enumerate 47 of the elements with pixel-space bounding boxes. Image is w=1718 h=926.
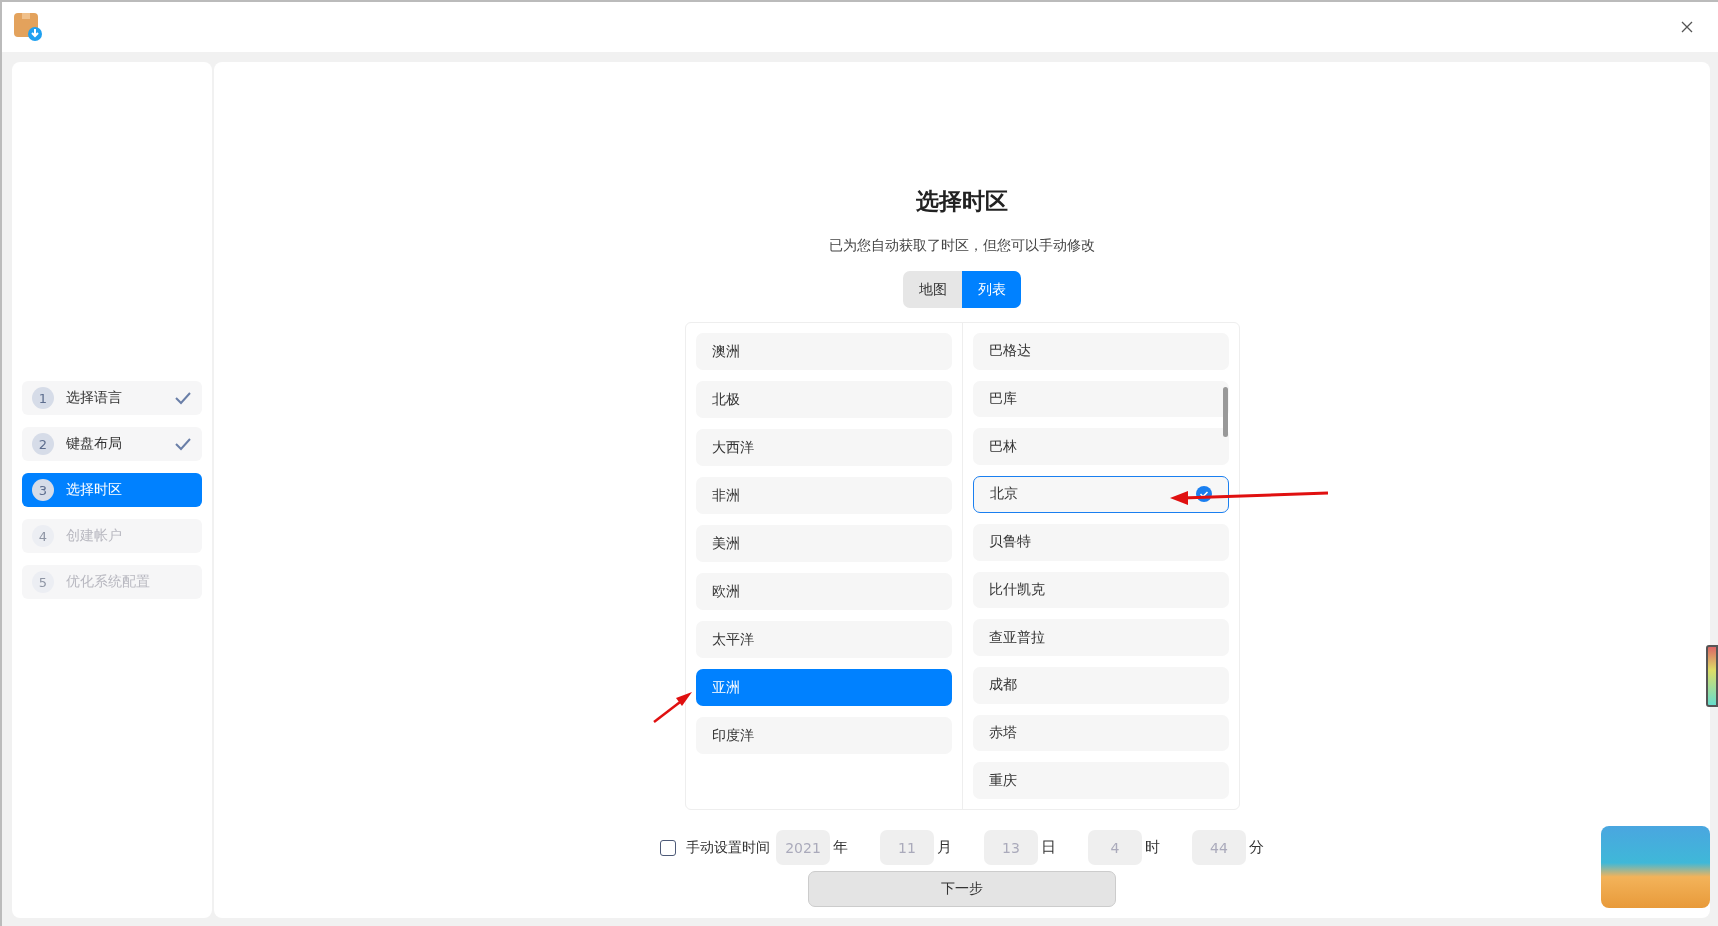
page-subtitle: 已为您自动获取了时区，但您可以手动修改	[829, 237, 1095, 255]
step-item[interactable]: 1 选择语言	[22, 381, 202, 415]
step-number: 2	[32, 433, 54, 455]
time-unit-label: 年	[833, 838, 848, 857]
step-item[interactable]: 2 键盘布局	[22, 427, 202, 461]
city-item[interactable]: 巴格达	[972, 333, 1229, 370]
view-tab[interactable]: 地图	[903, 271, 962, 308]
region-item[interactable]: 非洲	[695, 477, 952, 514]
time-unit-label: 月	[937, 838, 952, 857]
time-unit-label: 分	[1249, 838, 1264, 857]
city-item[interactable]: 巴库	[972, 380, 1229, 418]
scrollbar-thumb[interactable]	[1222, 387, 1228, 437]
city-item[interactable]: 比什凯克	[972, 571, 1229, 609]
annotation-arrow	[653, 692, 692, 723]
region-item[interactable]: 太平洋	[695, 621, 952, 658]
step-number: 3	[32, 479, 54, 501]
city-item[interactable]: 成都	[972, 666, 1229, 704]
city-item[interactable]: 巴林	[972, 428, 1229, 466]
city-item[interactable]: 查亚普拉	[972, 619, 1229, 656]
city-item[interactable]: 贝鲁特	[972, 523, 1229, 561]
city-item[interactable]: 重庆	[972, 762, 1229, 800]
time-unit-label: 时	[1145, 838, 1160, 857]
level-meter-icon	[1706, 645, 1718, 707]
step-number: 4	[32, 525, 54, 547]
region-item[interactable]: 印度洋	[695, 717, 952, 754]
checkbox[interactable]	[660, 839, 676, 856]
region-item[interactable]: 欧洲	[695, 573, 952, 610]
step-number: 1	[32, 387, 54, 409]
region-item[interactable]: 美洲	[695, 525, 952, 562]
next-button[interactable]: 下一步	[808, 871, 1116, 907]
close-icon[interactable]	[1680, 20, 1694, 34]
city-item[interactable]: 北京	[972, 476, 1229, 513]
region-item[interactable]: 澳洲	[695, 333, 952, 370]
check-icon	[174, 391, 192, 405]
time-unit-label: 日	[1041, 838, 1056, 857]
package-download-icon	[13, 12, 43, 42]
check-icon	[174, 437, 192, 451]
step-number: 5	[32, 571, 54, 593]
step-item[interactable]: 3 选择时区	[22, 473, 202, 507]
region-item[interactable]: 大西洋	[695, 429, 952, 466]
city-item[interactable]: 赤塔	[972, 714, 1229, 752]
region-item[interactable]: 北极	[695, 381, 952, 418]
view-tab[interactable]: 列表	[962, 271, 1021, 308]
manual-time-label: 手动设置时间	[686, 838, 770, 857]
region-item[interactable]: 亚洲	[695, 669, 952, 706]
page-title: 选择时区	[916, 187, 1008, 216]
check-circle-icon	[1195, 486, 1212, 503]
